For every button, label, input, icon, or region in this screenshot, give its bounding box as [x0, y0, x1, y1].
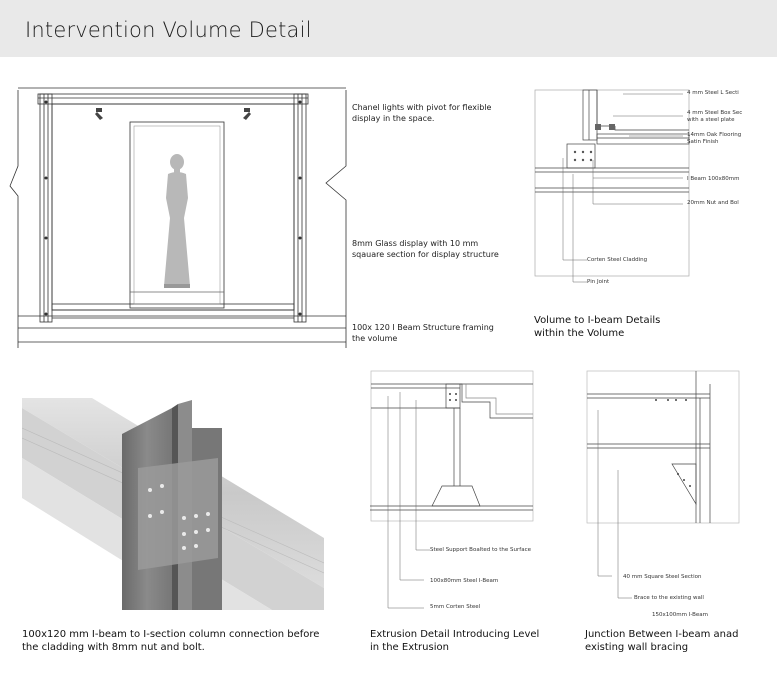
caption-junction: Junction Between I-beam anad existing wa…: [585, 629, 739, 653]
label-nut-bolt: 20mm Nut and Bol: [687, 200, 739, 206]
label-ibeam-100x80: 100x80mm Steel I-Beam: [430, 578, 499, 584]
label-pin-joint: Pin Joint: [587, 279, 610, 285]
label-box-section: 4 mm Steel Box Sec with a steel plate: [687, 110, 743, 123]
label-corten-cladding: Corten Steel Cladding: [587, 257, 648, 263]
label-ibeam-150x100: 150x100mm I-Beam: [652, 612, 709, 618]
note-beam-structure: 100x 120 I Beam Structure framing the vo…: [352, 323, 494, 343]
note-channel-lights: Chanel lights with pivot for flexible di…: [352, 103, 492, 123]
caption-extrusion: Extrusion Detail Introducing Level in th…: [370, 629, 540, 653]
label-oak-flooring: 14mm Oak Flooring Satin Finish: [687, 132, 742, 145]
note-glass-display: 8mm Glass display with 10 mm sqauare sec…: [352, 239, 499, 259]
label-ibeam-100x80: I Beam 100x80mm: [687, 176, 740, 182]
junction-detail-drawing: [586, 370, 740, 599]
label-corten-steel: 5mm Corten Steel: [430, 604, 481, 610]
label-steel-support: Steel Support Boalted to the Surface: [430, 547, 531, 553]
caption-volume-ibeam: Volume to I-beam Details within the Volu…: [534, 315, 661, 339]
caption-column-connection: 100x120 mm I-beam to I-section column co…: [22, 629, 320, 653]
label-steel-l: 4 mm Steel L Secti: [687, 90, 739, 96]
label-square-section: 40 mm Square Steel Section: [623, 574, 702, 580]
figure-silhouette: [164, 154, 190, 286]
page-title: Intervention Volume Detail: [25, 18, 312, 42]
header-bar: Intervention Volume Detail: [0, 0, 777, 57]
column-connection-render: [22, 398, 324, 610]
label-brace: Brace to the existing wall: [634, 595, 704, 601]
volume-elevation-drawing: [9, 87, 347, 348]
